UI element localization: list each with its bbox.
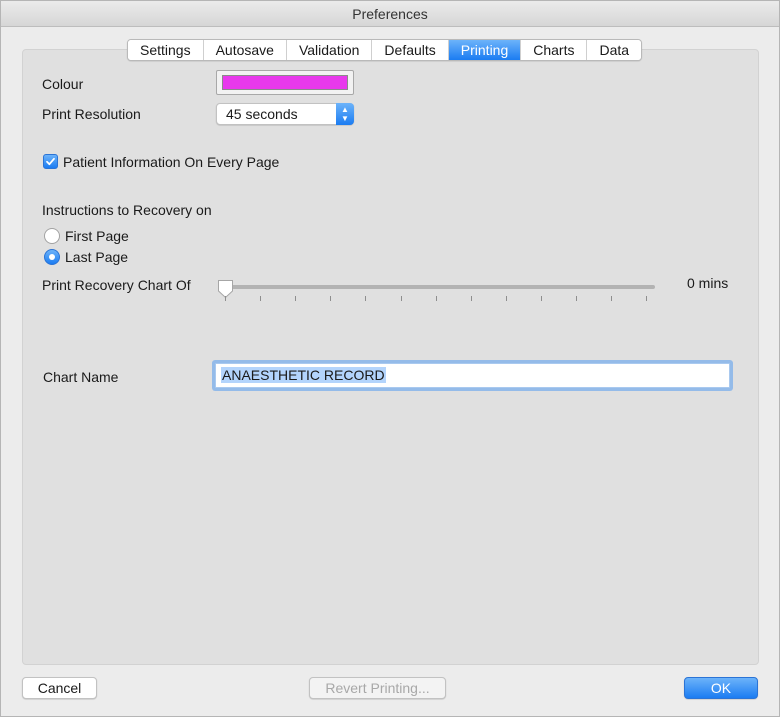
tab-content-panel [22,49,759,665]
slider-tick [576,296,577,301]
patient-info-label[interactable]: Patient Information On Every Page [63,154,279,170]
recovery-chart-value: 0 mins [687,275,729,291]
print-resolution-label: Print Resolution [42,106,141,122]
slider-tick [646,296,647,301]
slider-tick [225,296,226,301]
revert-printing-button[interactable]: Revert Printing... [309,677,446,699]
colour-well[interactable] [216,70,354,95]
slider-tick [401,296,402,301]
colour-label: Colour [42,76,84,92]
tab-printing[interactable]: Printing [448,40,522,60]
ok-button[interactable]: OK [684,677,758,699]
radio-last-page-label[interactable]: Last Page [65,249,128,265]
instructions-label: Instructions to Recovery on [42,202,212,218]
slider-tick [295,296,296,301]
slider-tick [330,296,331,301]
slider-tick [541,296,542,301]
chart-name-value: ANAESTHETIC RECORD [221,367,386,383]
checkmark-icon [46,157,55,166]
cancel-button[interactable]: Cancel [22,677,97,699]
patient-info-checkbox[interactable] [43,154,58,169]
tab-defaults[interactable]: Defaults [372,40,449,60]
print-resolution-value: 45 seconds [226,106,298,122]
window-title: Preferences [1,1,779,27]
colour-swatch [222,75,348,90]
chevron-up-down-icon: ▲ ▼ [336,103,354,125]
slider-tick [260,296,261,301]
slider-tick [471,296,472,301]
chart-name-input[interactable]: ANAESTHETIC RECORD [215,363,730,388]
print-resolution-select[interactable]: 45 seconds ▲ ▼ [216,103,354,125]
radio-first-page-label[interactable]: First Page [65,228,129,244]
preferences-window: Preferences Settings Autosave Validation… [0,0,780,717]
recovery-chart-slider-track[interactable] [219,285,655,289]
chart-name-label: Chart Name [43,369,119,385]
slider-tick [436,296,437,301]
slider-tick [506,296,507,301]
tab-autosave[interactable]: Autosave [203,40,287,60]
tab-validation[interactable]: Validation [286,40,373,60]
slider-tick [365,296,366,301]
radio-first-page[interactable] [44,228,60,244]
tab-settings[interactable]: Settings [128,40,204,60]
slider-tick [611,296,612,301]
recovery-chart-label: Print Recovery Chart Of [42,277,191,293]
tab-charts[interactable]: Charts [521,40,588,60]
tab-bar: Settings Autosave Validation Defaults Pr… [127,39,643,61]
tab-data[interactable]: Data [587,40,642,60]
radio-last-page[interactable] [44,249,60,265]
